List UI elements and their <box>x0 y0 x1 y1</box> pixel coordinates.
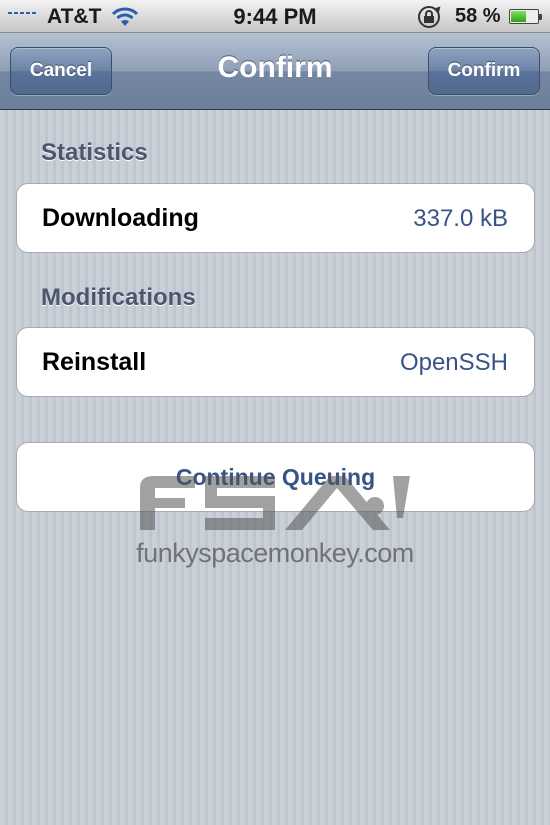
modifications-row: Reinstall OpenSSH <box>16 327 535 397</box>
navigation-bar: Cancel Confirm Confirm <box>0 33 550 110</box>
rotation-lock-icon <box>418 6 441 28</box>
battery-icon <box>509 9 542 24</box>
battery-percent: 58 % <box>455 5 501 27</box>
row-label-reinstall: Reinstall <box>42 348 147 376</box>
watermark-text: funkyspacemonkey.com <box>136 538 414 568</box>
status-bar: AT&T 9:44 PM 58 % <box>0 0 550 33</box>
confirm-button[interactable]: Confirm <box>428 47 540 95</box>
statistics-row: Downloading 337.0 kB <box>16 183 535 253</box>
row-value-package: OpenSSH <box>399 349 508 376</box>
section-header-modifications: Modifications <box>41 284 196 311</box>
battery-fill <box>511 11 527 22</box>
row-value-download-size: 337.0 kB <box>413 205 508 232</box>
section-header-statistics: Statistics <box>41 139 148 166</box>
row-label-downloading: Downloading <box>42 204 199 232</box>
watermark-logo <box>140 476 410 530</box>
